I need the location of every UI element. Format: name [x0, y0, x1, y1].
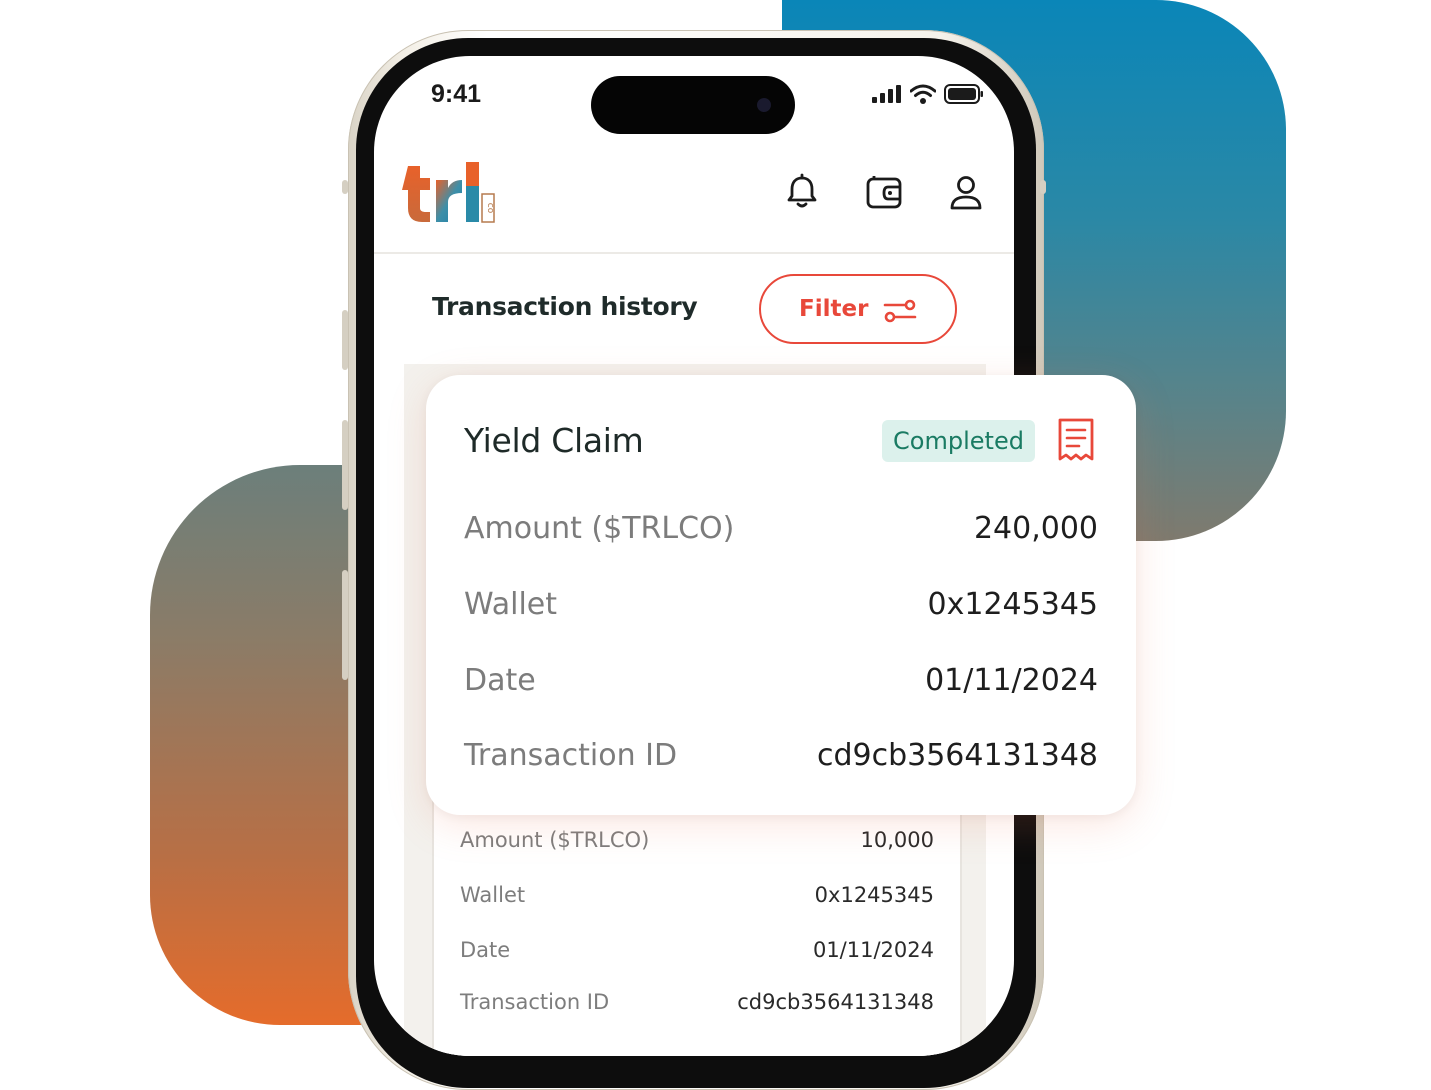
- app-header: co: [374, 156, 1014, 254]
- detail-row: Transaction ID cd9cb3564131348: [464, 738, 1098, 773]
- detail-value: 10,000: [860, 828, 934, 852]
- detail-value: 0x1245345: [814, 883, 934, 907]
- transaction-detail-card[interactable]: Yield Claim Completed Amount ($TRLCO) 24…: [426, 375, 1136, 815]
- phone-button: [342, 420, 348, 510]
- transaction-title: Yield Claim: [464, 421, 644, 460]
- detail-label: Wallet: [460, 883, 526, 907]
- filter-label: Filter: [799, 296, 869, 322]
- receipt-icon[interactable]: [1056, 417, 1096, 463]
- camera-icon: [757, 98, 771, 112]
- wifi-icon: [910, 84, 936, 104]
- phone-button: [342, 570, 348, 680]
- status-badge-label: Completed: [893, 427, 1024, 455]
- page-title: Transaction history: [432, 292, 698, 321]
- detail-row: Amount ($TRLCO) 240,000: [464, 511, 1098, 546]
- detail-row: Transaction ID cd9cb3564131348: [460, 990, 934, 1014]
- detail-row: Date 01/11/2024: [460, 938, 934, 962]
- detail-value: 01/11/2024: [812, 938, 934, 962]
- dynamic-island: [591, 76, 795, 134]
- detail-row: Amount ($TRLCO) 10,000: [460, 828, 934, 852]
- user-icon[interactable]: [946, 172, 986, 212]
- detail-value: 01/11/2024: [925, 663, 1098, 698]
- detail-value: 240,000: [973, 511, 1098, 546]
- detail-value: cd9cb3564131348: [737, 990, 934, 1014]
- detail-label: Wallet: [464, 587, 558, 622]
- logo-suffix: co: [485, 203, 495, 214]
- trlco-logo[interactable]: co: [400, 156, 500, 226]
- phone-button: [342, 180, 348, 194]
- sliders-icon: [883, 299, 917, 323]
- detail-label: Transaction ID: [460, 990, 610, 1014]
- status-icons: [872, 84, 984, 104]
- status-badge: Completed: [882, 420, 1035, 462]
- detail-row: Date 01/11/2024: [464, 663, 1098, 698]
- detail-label: Amount ($TRLCO): [464, 511, 735, 546]
- transaction-card[interactable]: Amount ($TRLCO) 10,000 Wallet 0x1245345 …: [432, 784, 962, 1056]
- detail-label: Transaction ID: [464, 738, 678, 773]
- detail-label: Date: [464, 663, 536, 698]
- detail-row: Wallet 0x1245345: [460, 883, 934, 907]
- detail-value: 0x1245345: [927, 587, 1098, 622]
- battery-icon: [944, 84, 983, 104]
- filter-button[interactable]: Filter: [759, 274, 957, 344]
- history-header: Transaction history Filter: [404, 254, 986, 364]
- bell-icon[interactable]: [782, 172, 822, 212]
- detail-row: Wallet 0x1245345: [464, 587, 1098, 622]
- detail-label: Amount ($TRLCO): [460, 828, 650, 852]
- detail-label: Date: [460, 938, 511, 962]
- signal-icon: [872, 85, 901, 103]
- status-time: 9:41: [431, 80, 482, 108]
- phone-button: [1040, 180, 1046, 194]
- phone-button: [342, 310, 348, 370]
- detail-value: cd9cb3564131348: [816, 738, 1098, 773]
- wallet-icon[interactable]: [864, 172, 904, 212]
- logo-mark: co: [402, 162, 495, 223]
